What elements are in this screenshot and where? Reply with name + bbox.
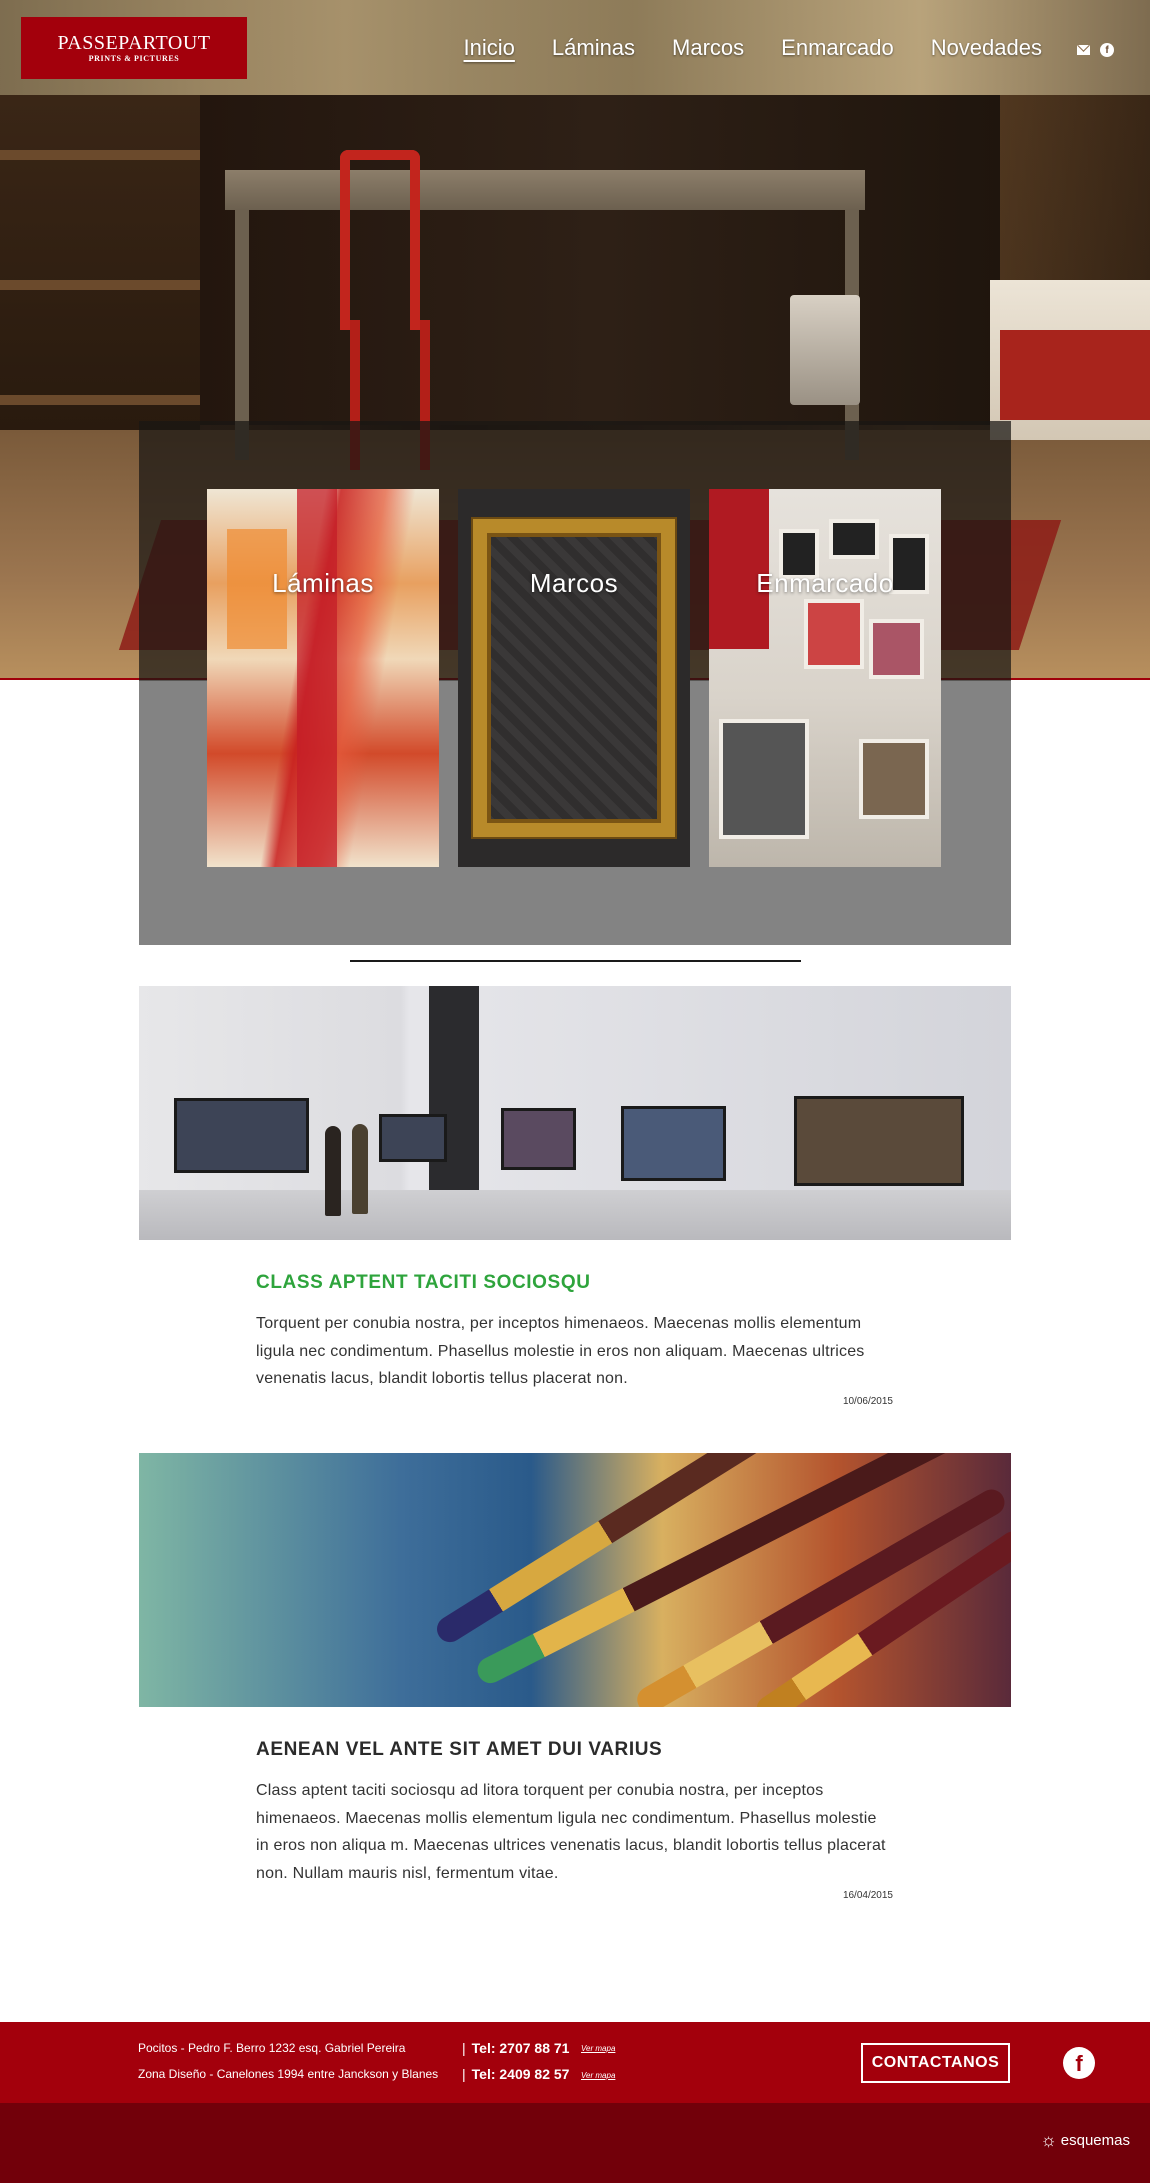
nav-item-novedades[interactable]: Novedades <box>931 35 1042 61</box>
phone-pocitos: | Tel: 2707 88 71 <box>462 2040 569 2056</box>
article-body: Torquent per conubia nostra, per incepto… <box>256 1315 865 1387</box>
logo-brand: PASSEPARTOUT <box>57 32 211 54</box>
nav-item-enmarcado[interactable]: Enmarcado <box>781 35 894 61</box>
phone-number: Tel: 2707 88 71 <box>471 2040 570 2056</box>
map-link-zona-diseno[interactable]: Ver mapa <box>581 2071 615 2080</box>
nav-item-laminas[interactable]: Láminas <box>552 35 635 61</box>
footer-credits-bar <box>0 2103 1150 2183</box>
credit-label: esquemas <box>1060 2131 1130 2149</box>
phone-zona-diseno: | Tel: 2409 82 57 <box>462 2066 569 2082</box>
logo[interactable]: PASSEPARTOUT PRINTS & PICTURES <box>21 17 247 79</box>
logo-subtitle: PRINTS & PICTURES <box>88 54 180 63</box>
facebook-icon[interactable]: f <box>1100 43 1114 57</box>
sun-icon: ☼ <box>1040 2130 1057 2150</box>
article-image-brushes[interactable] <box>139 1453 1011 1707</box>
category-label-laminas: Láminas <box>272 568 374 598</box>
nav-item-marcos[interactable]: Marcos <box>672 35 744 61</box>
facebook-icon[interactable]: f <box>1063 2047 1095 2079</box>
article-title[interactable]: CLASS APTENT TACITI SOCIOSQU <box>256 1272 591 1294</box>
separator: | <box>462 2066 466 2082</box>
header-social: f <box>1077 43 1114 57</box>
category-label-marcos: Marcos <box>529 568 619 598</box>
phone-number: Tel: 2409 82 57 <box>471 2066 570 2082</box>
article-date: 10/06/2015 <box>842 1396 893 1407</box>
address-zona-diseno: Zona Diseño - Canelones 1994 entre Janck… <box>138 2067 439 2081</box>
article-image-gallery[interactable] <box>139 986 1011 1240</box>
article-title[interactable]: AENEAN VEL ANTE SIT AMET DUI VARIUS <box>256 1739 662 1761</box>
mail-icon[interactable] <box>1077 45 1090 55</box>
nav-item-inicio[interactable]: Inicio <box>464 35 515 61</box>
category-card-marcos[interactable]: Marcos <box>458 489 690 867</box>
article-date: 16/04/2015 <box>842 1890 893 1901</box>
contact-button[interactable]: CONTACTANOS <box>861 2043 1010 2083</box>
category-card-enmarcado[interactable]: Enmarcado <box>709 489 941 867</box>
credit-esquemas[interactable]: ☼ esquemas <box>1040 2131 1130 2149</box>
address-pocitos: Pocitos - Pedro F. Berro 1232 esq. Gabri… <box>138 2041 406 2055</box>
article-body: Class aptent taciti sociosqu ad litora t… <box>256 1782 886 1882</box>
section-divider <box>350 960 801 962</box>
separator: | <box>462 2040 466 2056</box>
category-label-enmarcado: Enmarcado <box>756 568 894 598</box>
main-nav: Inicio Láminas Marcos Enmarcado Novedade… <box>464 35 1042 61</box>
category-card-laminas[interactable]: Láminas <box>207 489 439 867</box>
frame-image <box>473 519 675 837</box>
map-link-pocitos[interactable]: Ver mapa <box>581 2044 615 2053</box>
